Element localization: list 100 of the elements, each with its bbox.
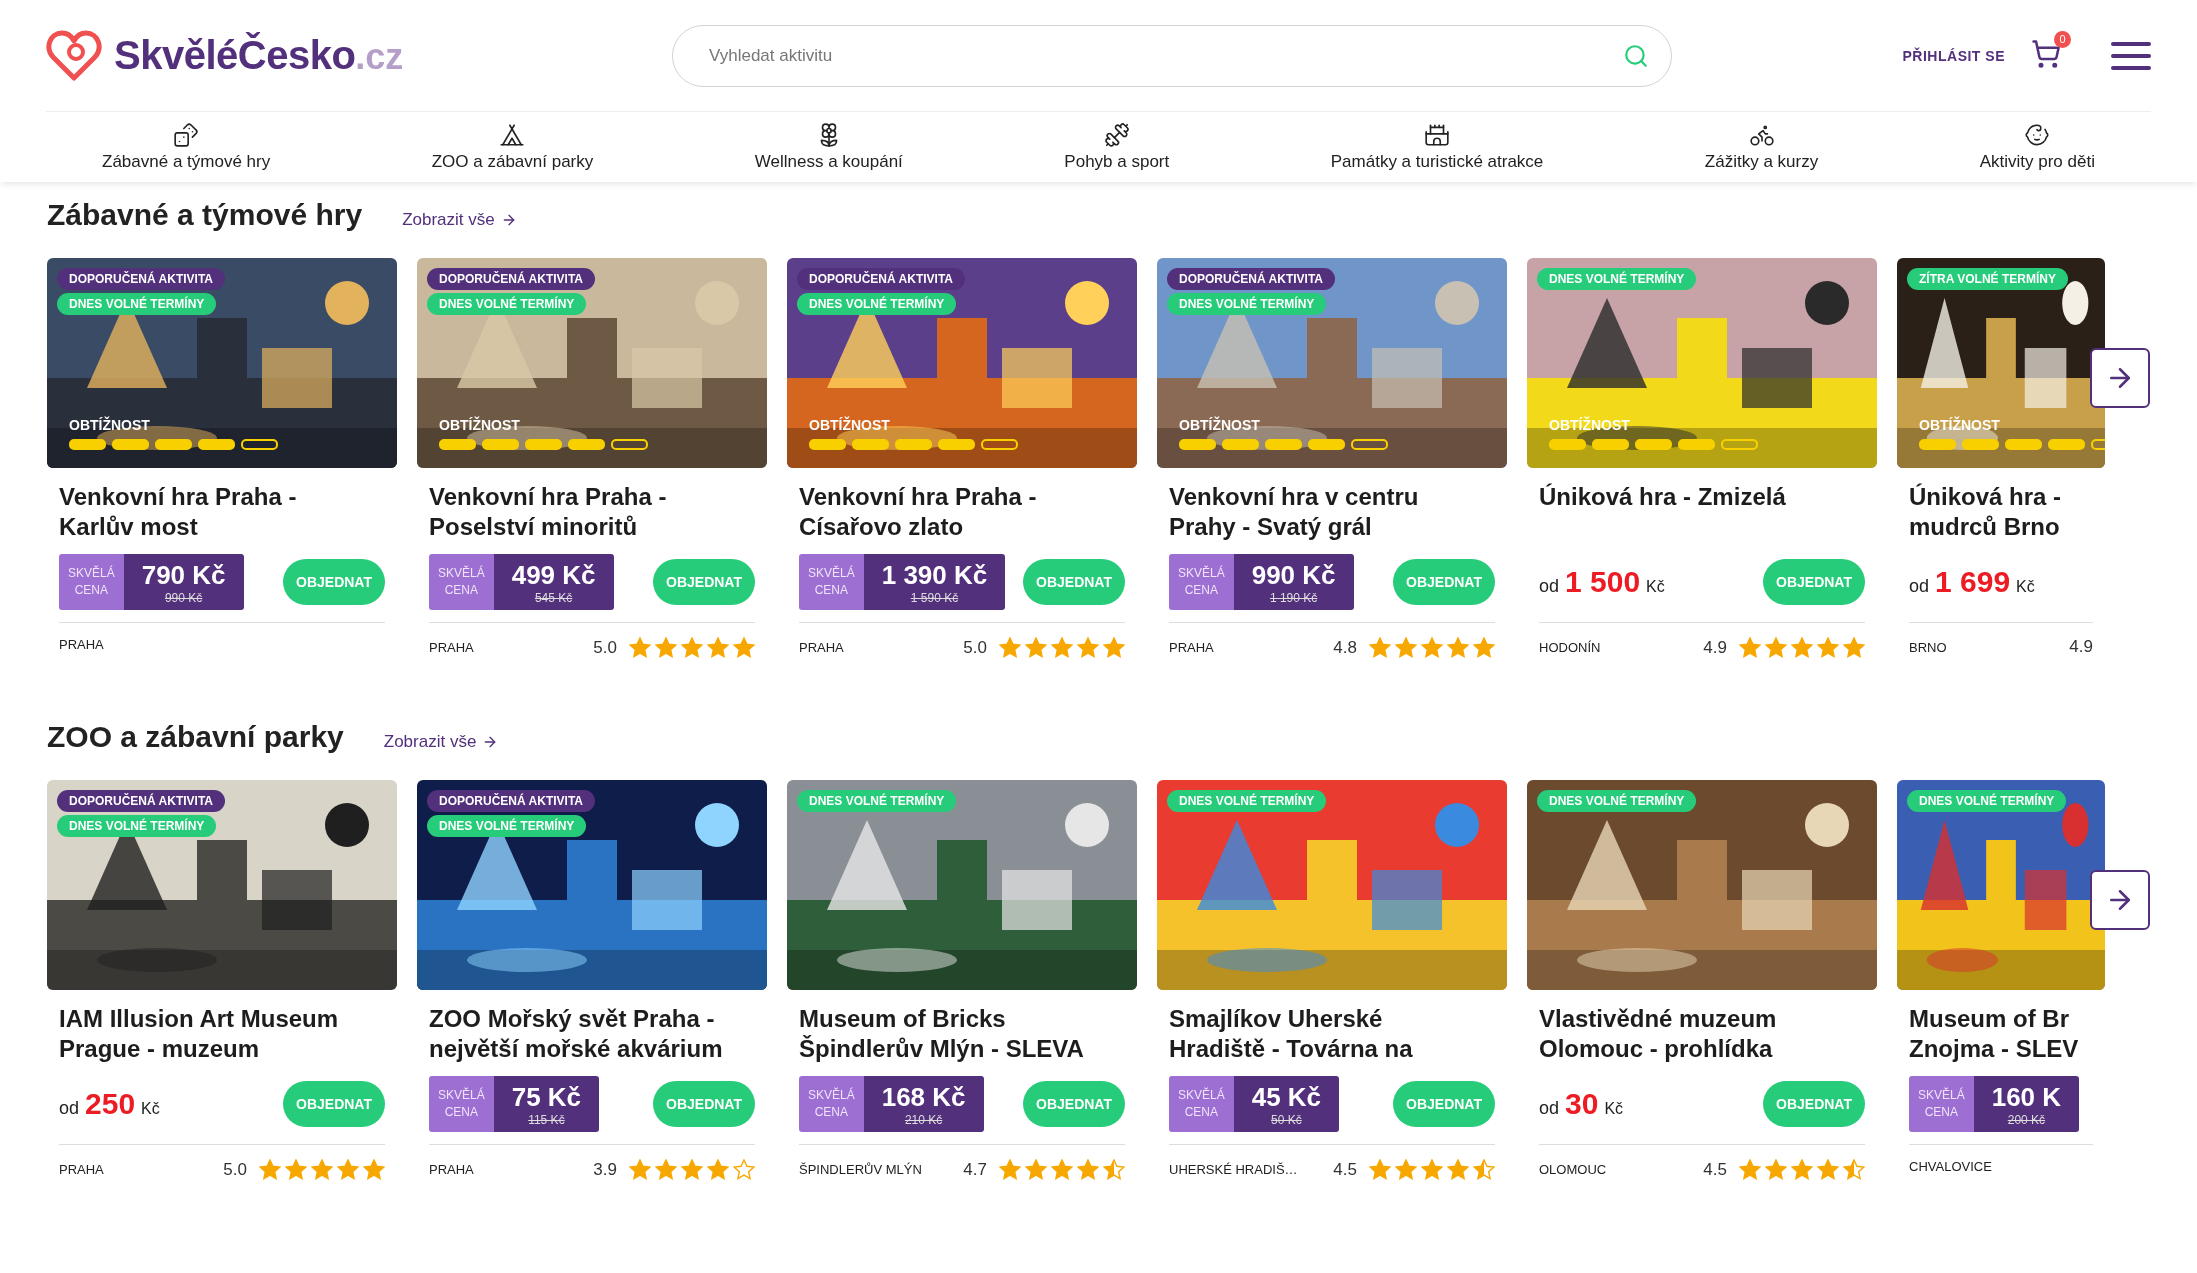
activity-title: Venkovní hra v centru Prahy - Svatý grál	[1169, 482, 1420, 542]
baby-icon	[2024, 122, 2051, 148]
category-link[interactable]: Pohyb a sport	[1064, 122, 1170, 172]
rating-value: 4.5	[1703, 1159, 1727, 1180]
star-icon	[1103, 637, 1125, 658]
star-icon	[363, 1159, 385, 1180]
activity-title: ZOO Mořský svět Praha - největší mořské akvárium	[429, 1004, 724, 1064]
location: HODONÍN	[1539, 640, 1601, 655]
rating-value: 5.0	[223, 1159, 247, 1180]
category-link[interactable]: Aktivity pro děti	[1979, 122, 2095, 172]
badge: ZÍTRA VOLNÉ TERMÍNY	[1907, 268, 2068, 290]
location: PRAHA	[59, 637, 104, 652]
badge: DNES VOLNÉ TERMÍNY	[57, 293, 217, 315]
price: 1 500	[1565, 565, 1641, 599]
rating-value: 4.5	[1333, 1159, 1357, 1180]
star-icon	[629, 1159, 651, 1180]
category-link[interactable]: Wellness a koupání	[754, 122, 903, 172]
star-icon	[1473, 637, 1495, 658]
activity-title: Museum of Br Znojma - SLEV	[1909, 1004, 2080, 1064]
location: PRAHA	[1169, 640, 1214, 655]
star-icon	[681, 1159, 703, 1180]
badge: DNES VOLNÉ TERMÍNY	[427, 293, 587, 315]
badge: DOPORUČENÁ AKTIVITA	[427, 790, 595, 812]
tent-icon	[499, 122, 526, 148]
category-link[interactable]: ZOO a zábavní parky	[431, 122, 594, 172]
rating-value: 4.8	[1333, 637, 1357, 658]
show-all-link[interactable]: Zobrazit vše	[402, 210, 517, 230]
badge: DNES VOLNÉ TERMÍNY	[1537, 268, 1697, 290]
activity-title: Smajlíkov Uherské Hradiště - Továrna na	[1169, 1004, 1414, 1064]
star-icon	[1369, 1159, 1391, 1180]
cart-icon[interactable]	[2031, 38, 2061, 69]
activity-title: Venkovní hra Praha - Karlův most	[59, 482, 298, 542]
activity-title: Úniková hra - mudrců Brno	[1909, 482, 2063, 542]
badge: DNES VOLNÉ TERMÍNY	[797, 790, 957, 812]
location: PRAHA	[429, 640, 474, 655]
logo-heart-icon	[46, 29, 102, 82]
price-prefix: od	[1909, 576, 1930, 597]
location: BRNO	[1909, 639, 1947, 655]
section-title: ZOO a zábavní parky	[47, 720, 344, 754]
badge: DNES VOLNÉ TERMÍNY	[1167, 790, 1327, 812]
dice-icon	[173, 122, 200, 148]
star-icon	[311, 1159, 333, 1180]
badge: DOPORUČENÁ AKTIVITA	[57, 790, 225, 812]
activity-title: Úniková hra - Zmizelá	[1539, 482, 1787, 512]
next-arrow-button[interactable]	[2090, 348, 2150, 408]
star-icon	[1421, 637, 1443, 658]
difficulty-label: OBTÍŽNOST	[809, 417, 891, 433]
currency: Kč	[1646, 578, 1665, 596]
rating-value: 4.9	[1703, 637, 1727, 658]
currency: Kč	[1604, 1100, 1624, 1118]
star-icon	[1765, 637, 1787, 658]
difficulty-label: OBTÍŽNOST	[1919, 417, 2001, 433]
star-icon	[655, 1159, 677, 1180]
category-link[interactable]: Památky a turistické atrakce	[1330, 122, 1544, 172]
location: ŠPINDLERŮV MLÝN	[799, 1162, 922, 1177]
star-icon	[1739, 1159, 1761, 1180]
difficulty-label: OBTÍŽNOST	[69, 417, 151, 433]
badge: DOPORUČENÁ AKTIVITA	[1167, 268, 1335, 290]
star-icon	[1421, 1159, 1443, 1180]
star-icon	[1843, 637, 1865, 658]
next-arrow-button[interactable]	[2090, 870, 2150, 930]
activity-title: Vlastivědné muzeum Olomouc - prohlídka	[1539, 1004, 1778, 1064]
star-icon	[1395, 637, 1417, 658]
price-prefix: od	[1539, 576, 1560, 597]
star-icon	[1473, 1159, 1495, 1180]
star-icon	[1817, 1159, 1839, 1180]
badge: DNES VOLNÉ TERMÍNY	[427, 815, 587, 837]
price: 1 699	[1935, 565, 2011, 599]
location: CHVALOVICE	[1909, 1159, 1992, 1174]
activity-title: Museum of Bricks Špindlerův Mlýn - SLEVA	[799, 1004, 1085, 1064]
location: PRAHA	[799, 640, 844, 655]
logo-domain: .cz	[355, 36, 404, 77]
category-link[interactable]: Zábavné a týmové hry	[102, 122, 271, 172]
star-icon	[999, 1159, 1021, 1180]
price-prefix: od	[59, 1098, 80, 1119]
star-icon	[629, 637, 651, 658]
badge: DOPORUČENÁ AKTIVITA	[797, 268, 965, 290]
price: 250	[85, 1087, 136, 1121]
rating-value: 3.9	[593, 1159, 617, 1180]
star-icon	[707, 1159, 729, 1180]
price: 30	[1565, 1087, 1599, 1121]
location: OLOMOUC	[1539, 1162, 1607, 1177]
difficulty-label: OBTÍŽNOST	[439, 417, 521, 433]
price-prefix: od	[1539, 1098, 1560, 1119]
rating-value: 4.7	[963, 1159, 987, 1180]
menu-button[interactable]	[2111, 41, 2151, 70]
star-icon	[1369, 637, 1391, 658]
section-title: Zábavné a týmové hry	[47, 198, 363, 232]
star-icon	[1791, 637, 1813, 658]
login-link[interactable]: PŘIHLÁSIT SE	[1902, 47, 2005, 64]
currency: Kč	[141, 1100, 160, 1118]
category-link[interactable]: Zážitky a kurzy	[1704, 122, 1819, 172]
star-icon	[1817, 637, 1839, 658]
star-icon	[733, 1159, 755, 1180]
badge: DNES VOLNÉ TERMÍNY	[57, 815, 217, 837]
difficulty-label: OBTÍŽNOST	[1549, 417, 1631, 433]
star-icon	[1843, 1159, 1865, 1180]
badge: DNES VOLNÉ TERMÍNY	[1907, 790, 2067, 812]
show-all-link[interactable]: Zobrazit vše	[383, 732, 499, 752]
cart-count: 0	[2054, 30, 2071, 48]
